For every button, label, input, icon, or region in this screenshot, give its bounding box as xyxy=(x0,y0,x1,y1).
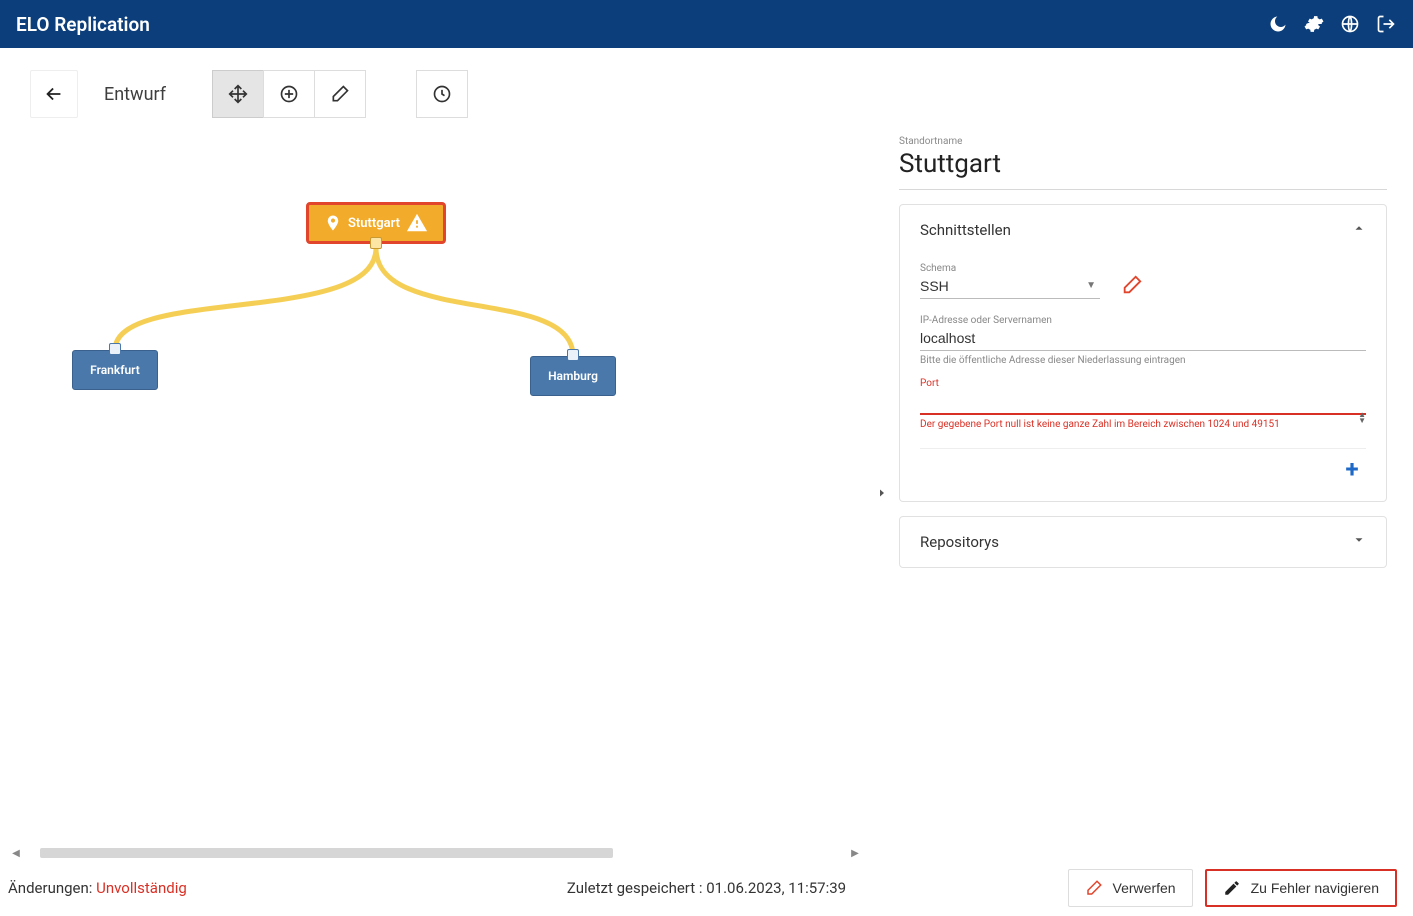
globe-icon[interactable] xyxy=(1339,13,1361,35)
moon-icon[interactable] xyxy=(1267,13,1289,35)
repos-card-header[interactable]: Repositorys xyxy=(900,517,1386,567)
node-anchor-top[interactable] xyxy=(109,343,121,355)
add-interface-button[interactable]: + xyxy=(1338,455,1366,483)
horizontal-scrollbar[interactable]: ◀ ▶ xyxy=(10,846,861,860)
node-label: Hamburg xyxy=(548,369,598,383)
panel-title: Stuttgart xyxy=(899,149,1387,190)
discard-button[interactable]: Verwerfen xyxy=(1068,869,1193,907)
header-icons xyxy=(1267,13,1397,35)
content-area: Stuttgart Frankfurt Hamburg ◀ ▶ Standort xyxy=(0,126,1413,860)
port-error: Der gegebene Port null ist keine ganze Z… xyxy=(920,419,1366,430)
changes-status: Änderungen: Unvollständig xyxy=(8,879,187,897)
move-tool-button[interactable] xyxy=(212,70,264,118)
interfaces-card: Schnittstellen Schema ▼ I xyxy=(899,204,1387,502)
back-button[interactable] xyxy=(30,70,78,118)
warning-icon xyxy=(406,212,428,234)
draft-label: Entwurf xyxy=(104,84,166,105)
toolbar: Entwurf xyxy=(0,48,1413,126)
saved-value: 01.06.2023, 11:57:39 xyxy=(706,879,846,897)
port-stepper[interactable]: ▲▼ xyxy=(1358,412,1366,424)
pencil-icon xyxy=(1223,879,1241,897)
node-label: Frankfurt xyxy=(90,363,140,377)
history-button[interactable] xyxy=(416,70,468,118)
panel-section-label: Standortname xyxy=(899,136,1387,147)
add-tool-button[interactable] xyxy=(263,70,315,118)
gear-icon[interactable] xyxy=(1303,13,1325,35)
port-field[interactable] xyxy=(920,389,1366,415)
interfaces-card-body: Schema ▼ IP-Adresse oder Servernamen Bit… xyxy=(900,255,1386,501)
schema-select[interactable] xyxy=(920,274,1100,299)
node-anchor-top[interactable] xyxy=(567,349,579,361)
chevron-down-icon xyxy=(1352,533,1366,551)
footer-bar: Änderungen: Unvollständig Zuletzt gespei… xyxy=(0,860,1413,916)
logout-icon[interactable] xyxy=(1375,13,1397,35)
repos-title: Repositorys xyxy=(920,533,999,551)
divider xyxy=(920,448,1366,449)
schema-label: Schema xyxy=(920,263,1100,274)
erase-interface-button[interactable] xyxy=(1118,271,1146,299)
graph-canvas[interactable]: Stuttgart Frankfurt Hamburg xyxy=(0,126,871,842)
ip-field[interactable] xyxy=(920,326,1366,351)
app-header: ELO Replication xyxy=(0,0,1413,48)
scroll-thumb[interactable] xyxy=(40,848,613,858)
collapse-panel-button[interactable] xyxy=(871,126,893,860)
erase-tool-button[interactable] xyxy=(314,70,366,118)
ip-helper: Bitte die öffentliche Adresse dieser Nie… xyxy=(920,355,1366,366)
node-frankfurt[interactable]: Frankfurt xyxy=(72,350,158,390)
nav-error-label: Zu Fehler navigieren xyxy=(1251,880,1379,896)
interfaces-card-header[interactable]: Schnittstellen xyxy=(900,205,1386,255)
scroll-right-arrow[interactable]: ▶ xyxy=(849,847,861,859)
repos-card: Repositorys xyxy=(899,516,1387,568)
node-anchor-bottom[interactable] xyxy=(370,237,382,249)
port-label: Port xyxy=(920,378,1366,389)
interfaces-title: Schnittstellen xyxy=(920,221,1011,239)
location-pin-icon xyxy=(324,214,342,232)
navigate-to-error-button[interactable]: Zu Fehler navigieren xyxy=(1205,869,1397,907)
chevron-up-icon xyxy=(1352,221,1366,239)
node-hamburg[interactable]: Hamburg xyxy=(530,356,616,396)
canvas-wrap: Stuttgart Frankfurt Hamburg ◀ ▶ xyxy=(0,126,871,860)
node-stuttgart[interactable]: Stuttgart xyxy=(306,202,446,244)
scroll-track[interactable] xyxy=(26,848,845,858)
tool-group-history xyxy=(416,70,468,118)
saved-status: Zuletzt gespeichert : 01.06.2023, 11:57:… xyxy=(567,879,846,897)
saved-label: Zuletzt gespeichert : xyxy=(567,879,706,897)
node-label: Stuttgart xyxy=(348,216,400,231)
eraser-icon xyxy=(1085,879,1103,897)
app-title: ELO Replication xyxy=(16,13,150,36)
changes-label: Änderungen: xyxy=(8,879,96,897)
changes-value: Unvollständig xyxy=(96,879,187,897)
ip-label: IP-Adresse oder Servernamen xyxy=(920,315,1366,326)
tool-group-edit xyxy=(212,70,366,118)
scroll-left-arrow[interactable]: ◀ xyxy=(10,847,22,859)
details-panel: Standortname Stuttgart Schnittstellen Sc… xyxy=(893,126,1413,860)
discard-label: Verwerfen xyxy=(1113,880,1176,896)
